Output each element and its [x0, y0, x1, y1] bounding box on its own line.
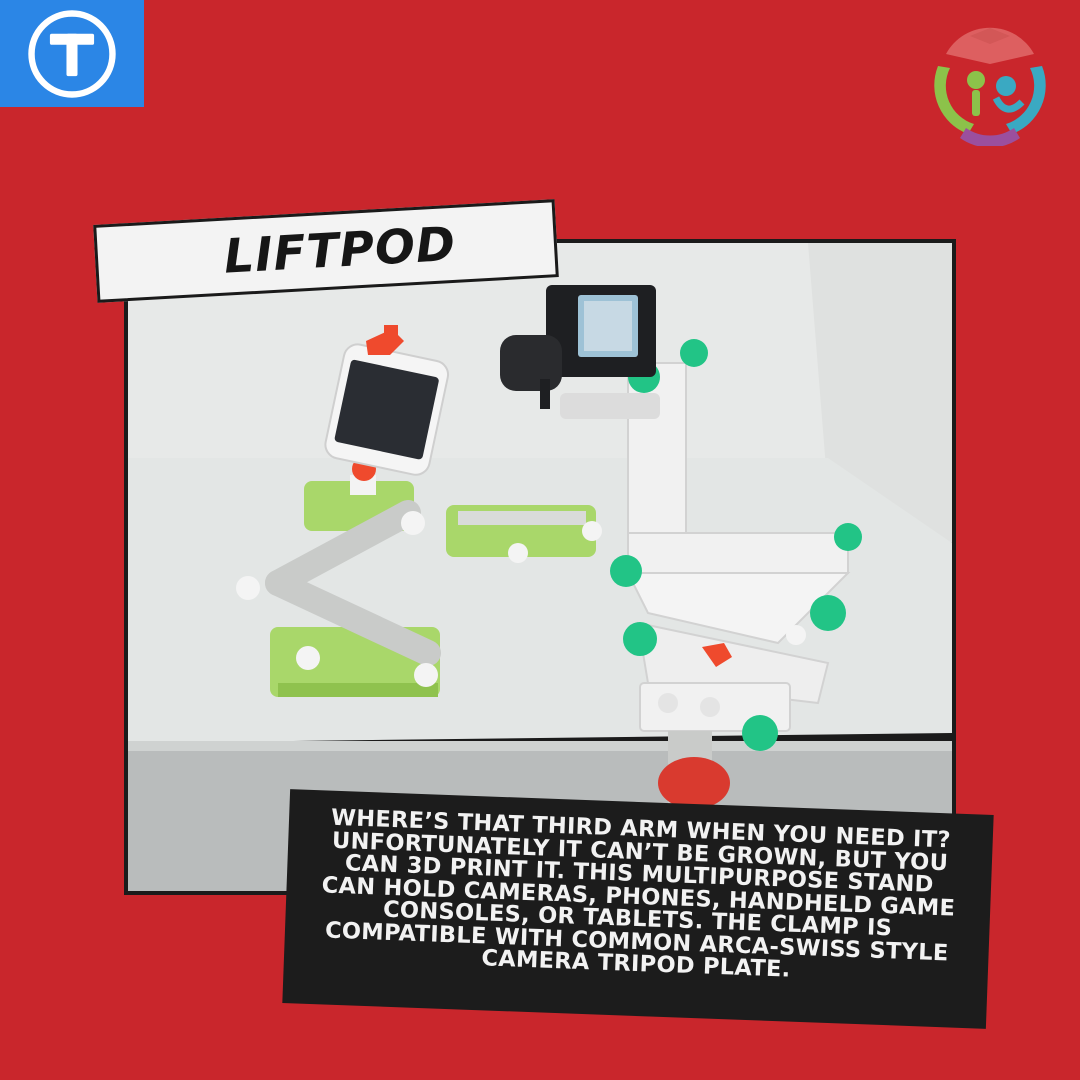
page-title: LIFTPOD — [222, 216, 458, 285]
folded-stand — [446, 505, 602, 563]
brand-badge — [0, 0, 144, 107]
circle-t-icon — [28, 9, 116, 98]
product-photo — [124, 239, 956, 895]
people-globe-logo — [934, 27, 1046, 146]
caption-text: Where’s that third arm when you need it?… — [321, 804, 956, 983]
caption-box: Where’s that third arm when you need it?… — [282, 789, 994, 1029]
